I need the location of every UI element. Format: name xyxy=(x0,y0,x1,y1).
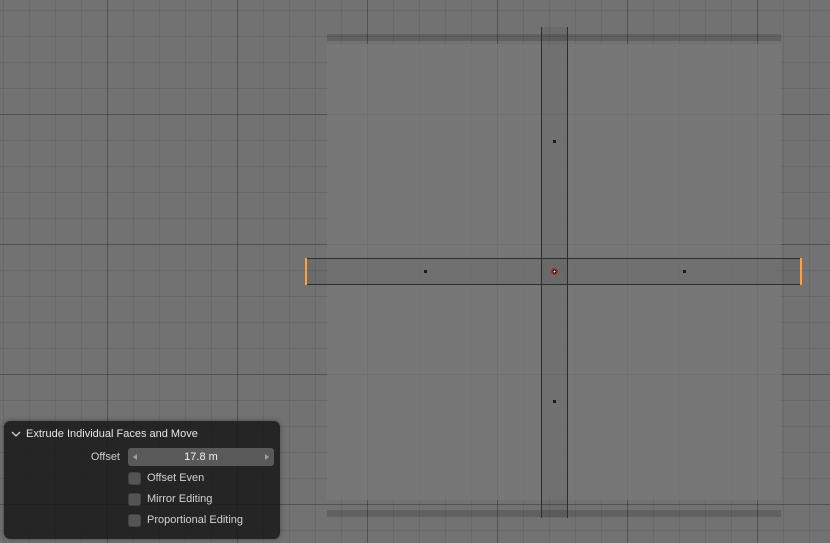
offset-label: Offset xyxy=(10,451,128,463)
proportional-editing-label: Proportional Editing xyxy=(147,514,243,526)
offset-even-label: Offset Even xyxy=(147,472,204,484)
mirror-editing-label: Mirror Editing xyxy=(147,493,212,505)
mirror-editing-checkbox[interactable] xyxy=(128,493,141,506)
offset-value: 17.8 m xyxy=(184,451,218,463)
adjust-last-operation-panel[interactable]: Extrude Individual Faces and Move Offset… xyxy=(4,421,280,539)
panel-title: Extrude Individual Faces and Move xyxy=(26,428,198,440)
panel-header[interactable]: Extrude Individual Faces and Move xyxy=(10,425,274,446)
offset-even-checkbox[interactable] xyxy=(128,472,141,485)
proportional-editing-checkbox[interactable] xyxy=(128,514,141,527)
chevron-down-icon xyxy=(10,428,22,440)
offset-field[interactable]: 17.8 m xyxy=(128,448,274,466)
